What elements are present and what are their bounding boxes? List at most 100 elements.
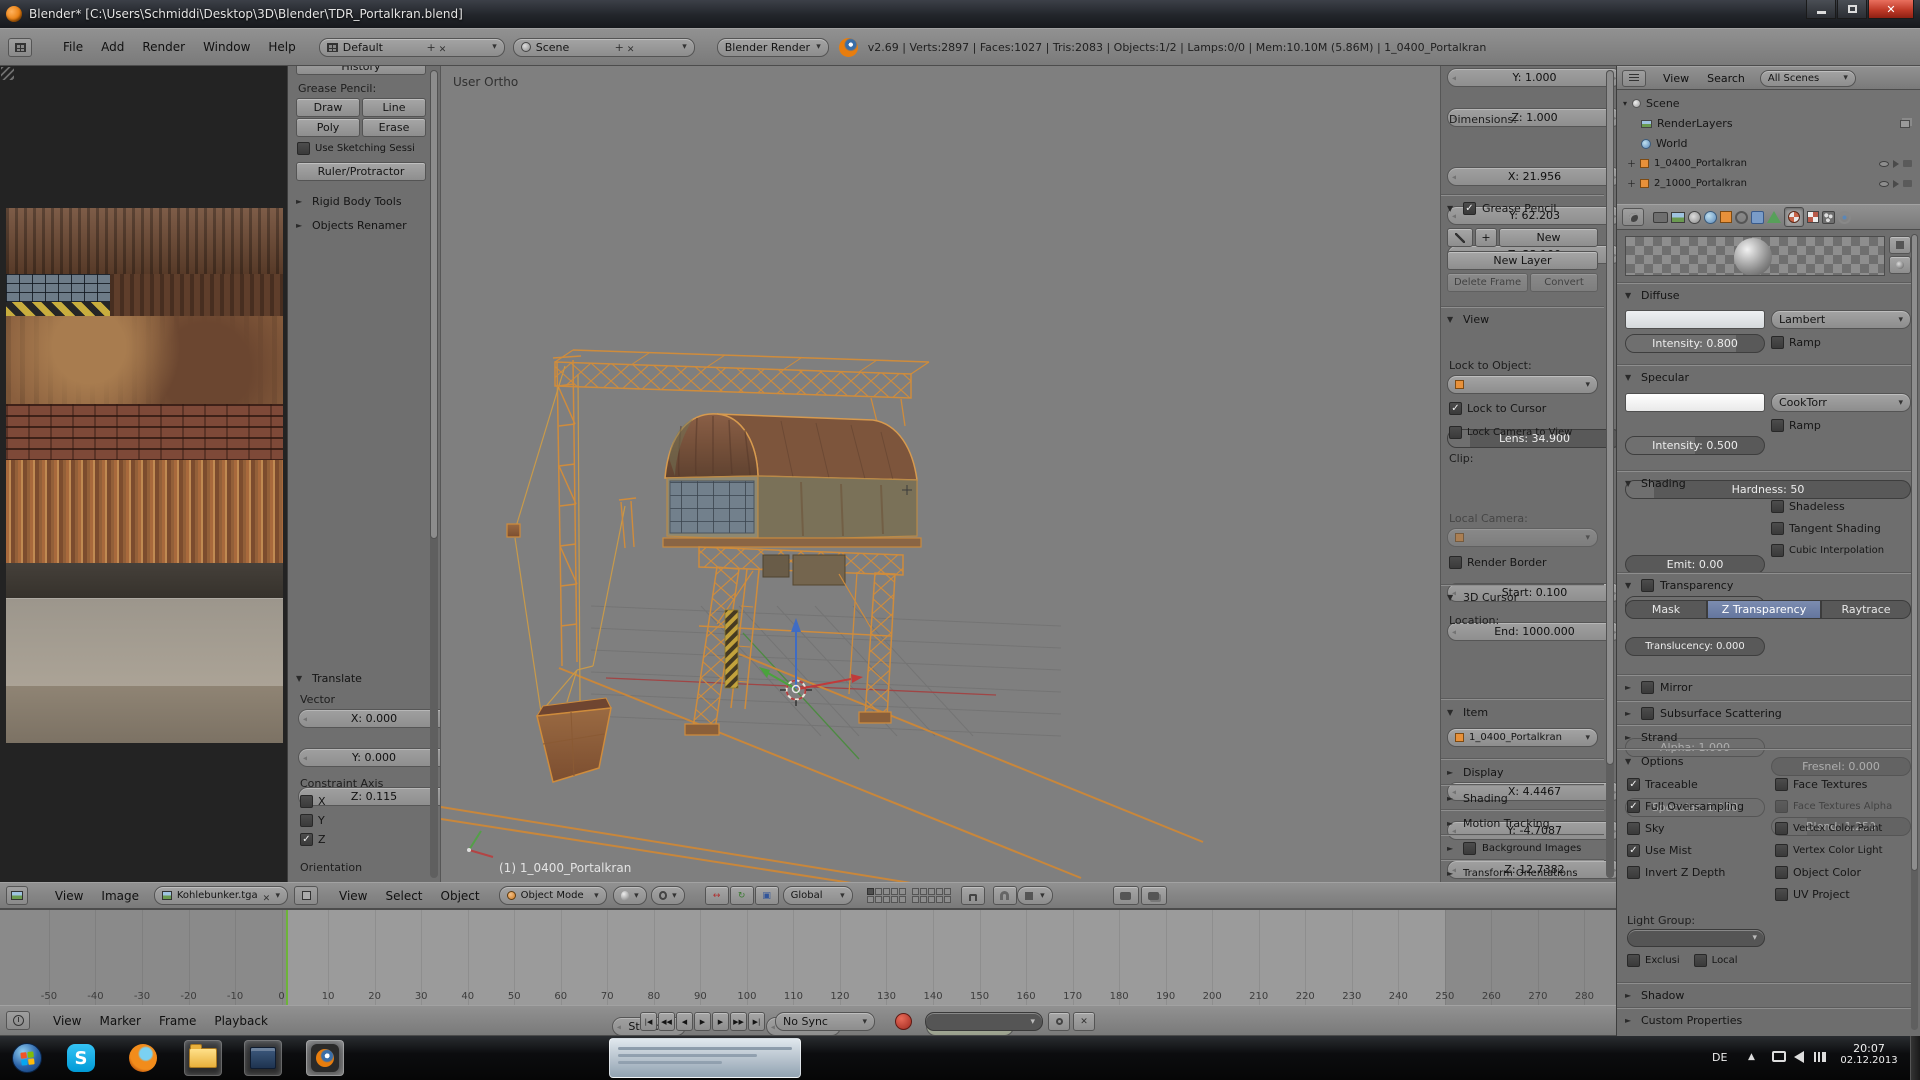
tab-constraints[interactable] <box>1735 211 1748 224</box>
diffuse-intensity-slider[interactable]: Intensity: 0.800 <box>1625 334 1765 353</box>
scale-y-field[interactable]: Y: 1.000 <box>1447 68 1616 87</box>
outliner-row-scene[interactable]: ▾ Scene <box>1617 94 1920 113</box>
renderlayer-toggle-icon[interactable] <box>1900 120 1910 128</box>
timeline-menu-marker[interactable]: Marker <box>90 1014 149 1028</box>
menu-window[interactable]: Window <box>194 40 259 54</box>
diffuse-color-swatch[interactable] <box>1625 310 1765 329</box>
sss-panel-header[interactable]: Subsurface Scattering <box>1625 704 1782 723</box>
delete-keyframe-button[interactable]: ✕ <box>1073 1012 1095 1031</box>
image-menu-image[interactable]: Image <box>92 889 148 903</box>
manipulator-translate-toggle[interactable]: ↔ <box>705 886 729 905</box>
mirror-checkbox[interactable] <box>1641 681 1654 694</box>
specular-color-swatch[interactable] <box>1625 393 1765 412</box>
ruler-protractor-button[interactable]: Ruler/Protractor <box>296 162 426 181</box>
viewport-3d[interactable]: User Ortho (1) 1_0400_Portalkran <box>441 66 1440 882</box>
shadeless-checkbox[interactable] <box>1771 500 1784 513</box>
item-panel-header[interactable]: Item <box>1447 703 1488 722</box>
scene-close-icon[interactable] <box>627 42 637 52</box>
window-titlebar[interactable]: Blender* [C:\Users\Schmiddi\Desktop\3D\B… <box>0 0 1920 28</box>
jump-start-button[interactable]: |◀ <box>640 1012 657 1031</box>
lock-to-object-field[interactable] <box>1447 375 1598 394</box>
specular-ramp-checkbox[interactable] <box>1771 419 1784 432</box>
view3d-menu-object[interactable]: Object <box>432 889 489 903</box>
specular-intensity-slider[interactable]: Intensity: 0.500 <box>1625 436 1765 455</box>
translate-panel-header[interactable]: Translate <box>296 669 362 688</box>
scene-selector[interactable]: Scene + <box>513 38 695 57</box>
lock-to-cursor-checkbox[interactable] <box>1449 402 1462 415</box>
properties-editor-type-icon[interactable] <box>1622 208 1644 226</box>
menu-help[interactable]: Help <box>259 40 304 54</box>
show-desktop-button[interactable] <box>1910 1036 1920 1080</box>
view3d-menu-view[interactable]: View <box>330 889 376 903</box>
display-panel-header[interactable]: Display <box>1447 763 1504 782</box>
timeline-menu-playback[interactable]: Playback <box>205 1014 277 1028</box>
gp-delete-frame-button[interactable]: Delete Frame <box>1447 273 1528 292</box>
shading-props-panel-header[interactable]: Shading <box>1625 474 1686 493</box>
taskbar-app-window-icon[interactable] <box>244 1040 282 1076</box>
constraint-z-checkbox[interactable] <box>300 833 313 846</box>
traceable-checkbox[interactable] <box>1627 778 1640 791</box>
menu-render[interactable]: Render <box>133 40 194 54</box>
specular-panel-header[interactable]: Specular <box>1625 368 1689 387</box>
gp-new-button[interactable]: New <box>1499 228 1598 247</box>
grease-pencil-panel-header[interactable]: Grease Pencil <box>1447 199 1556 218</box>
tab-scene[interactable] <box>1688 211 1701 224</box>
gp-poly-button[interactable]: Poly <box>296 118 360 137</box>
timeline-editor-type-icon[interactable] <box>6 1011 30 1030</box>
timeline-menu-frame[interactable]: Frame <box>150 1014 205 1028</box>
shadow-panel-header[interactable]: Shadow <box>1625 986 1684 1005</box>
local-camera-field[interactable] <box>1447 528 1598 547</box>
minimize-button[interactable] <box>1806 0 1836 19</box>
transparency-panel-header[interactable]: Transparency <box>1625 576 1733 595</box>
specular-shader-selector[interactable]: CookTorr <box>1771 393 1911 412</box>
sketch-sessions-checkbox[interactable] <box>297 142 310 155</box>
custom-properties-panel-header[interactable]: Custom Properties <box>1625 1011 1742 1030</box>
transparency-ztransparency-button[interactable]: Z Transparency <box>1707 600 1821 619</box>
view-panel-header[interactable]: View <box>1447 310 1489 329</box>
insert-keyframe-button[interactable] <box>1048 1012 1070 1031</box>
n-panel-scrollbar[interactable] <box>1606 70 1614 878</box>
lock-to-scene-toggle[interactable] <box>961 886 985 905</box>
gp-erase-button[interactable]: Erase <box>362 118 426 137</box>
tangent-shading-checkbox[interactable] <box>1771 522 1784 535</box>
tab-object[interactable] <box>1720 211 1732 223</box>
image-editor-type-icon[interactable] <box>6 886 28 905</box>
tray-volume-icon[interactable] <box>1794 1051 1804 1063</box>
outliner-menu-search[interactable]: Search <box>1698 72 1754 85</box>
translucency-slider[interactable]: Translucency: 0.000 <box>1625 637 1765 656</box>
view3d-menu-select[interactable]: Select <box>376 889 431 903</box>
mirror-panel-header[interactable]: Mirror <box>1625 678 1692 697</box>
sky-checkbox[interactable] <box>1627 822 1640 835</box>
outliner-row-renderlayers[interactable]: RenderLayers <box>1617 114 1920 133</box>
tray-clock[interactable]: 20:07 02.12.2013 <box>1838 1042 1900 1066</box>
editor-type-icon[interactable] <box>8 38 32 57</box>
transparency-checkbox[interactable] <box>1641 579 1654 592</box>
record-button[interactable] <box>895 1013 912 1030</box>
manipulator-scale-toggle[interactable]: ▣ <box>755 886 779 905</box>
history-button[interactable]: History <box>296 66 426 75</box>
layout-add-icon[interactable]: + <box>426 41 435 54</box>
timeline-menu-view[interactable]: View <box>44 1014 90 1028</box>
selectability-arrow-icon-2[interactable] <box>1893 180 1899 188</box>
exclusive-checkbox[interactable] <box>1627 954 1640 967</box>
play-reverse-button[interactable]: ◀ <box>676 1012 693 1031</box>
object-color-checkbox[interactable] <box>1775 866 1788 879</box>
close-button[interactable]: ✕ <box>1868 0 1914 19</box>
transform-orientations-panel-header[interactable]: Transform Orientations <box>1447 864 1578 882</box>
gp-draw-button[interactable]: Draw <box>296 98 360 117</box>
background-images-panel-header[interactable]: Background Images <box>1447 839 1581 858</box>
taskbar-firefox-icon[interactable] <box>124 1040 162 1076</box>
transparency-mask-button[interactable]: Mask <box>1625 600 1707 619</box>
opengl-render-anim-button[interactable] <box>1141 886 1167 905</box>
invert-z-checkbox[interactable] <box>1627 866 1640 879</box>
gp-pencil-tool-button[interactable] <box>1447 228 1473 247</box>
full-oversampling-checkbox[interactable] <box>1627 800 1640 813</box>
tray-language-indicator[interactable]: DE <box>1712 1051 1727 1064</box>
mode-selector[interactable]: Object Mode <box>499 886 607 905</box>
play-button[interactable]: ▶ <box>694 1012 711 1031</box>
dim-x-field[interactable]: X: 21.956 <box>1447 167 1616 186</box>
constraint-x-checkbox[interactable] <box>300 795 313 808</box>
shading-panel-header[interactable]: Shading <box>1447 789 1508 808</box>
image-editor-canvas[interactable] <box>0 66 288 882</box>
tab-particles[interactable] <box>1822 211 1835 224</box>
